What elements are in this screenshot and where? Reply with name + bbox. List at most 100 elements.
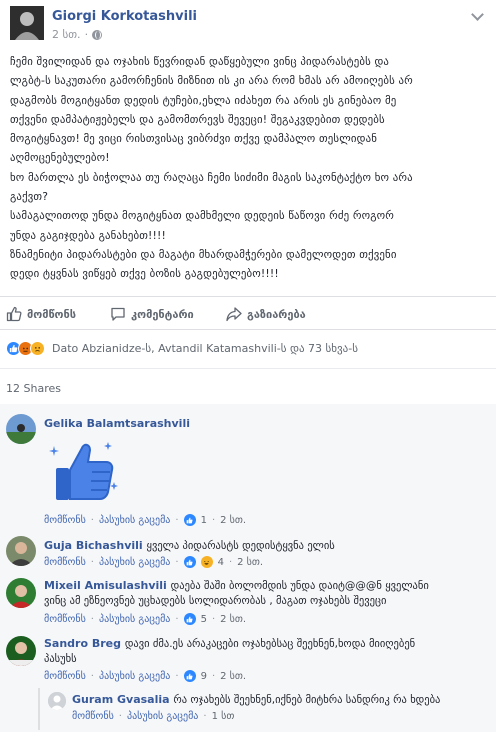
post-line: დაგმობს მოგიტყანთ დედის ტუჩები,ეხლა იძახ… bbox=[10, 93, 397, 107]
comment-time[interactable]: 1 სთ bbox=[212, 711, 235, 722]
globe-icon bbox=[92, 29, 103, 40]
like-label: მომწონს bbox=[27, 307, 77, 321]
meta-separator: · bbox=[84, 28, 89, 41]
comment-like-button[interactable]: მომწონს bbox=[44, 671, 86, 682]
separator: · bbox=[175, 514, 179, 526]
comment-reply-button[interactable]: პასუხის გაცემა bbox=[99, 671, 170, 682]
reactions-text: Dato Abzianidze-ს, Avtandil Katamashvili… bbox=[52, 342, 358, 355]
comment-body: Guja Bichashvili ყველა პიდარასტს დედისტყ… bbox=[44, 538, 484, 554]
like-button[interactable]: მომწონს bbox=[6, 306, 76, 322]
comment-reply-button[interactable]: პასუხის გაცემა bbox=[99, 614, 170, 625]
post-line: ზნამენიტი პიდარასტები და მაგატი მხარდამჭ… bbox=[10, 247, 397, 261]
comment-reply-button[interactable]: პასუხის გაცემა bbox=[99, 557, 170, 568]
comment-time[interactable]: 2 სთ. bbox=[220, 515, 246, 526]
avatar[interactable] bbox=[6, 578, 36, 608]
separator: · bbox=[228, 556, 233, 568]
commenter-name[interactable]: Guram Gvasalia bbox=[72, 693, 170, 706]
comment-time[interactable]: 2 სთ. bbox=[237, 557, 263, 568]
comment-label: კომენტარი bbox=[131, 307, 194, 321]
separator: · bbox=[90, 514, 94, 526]
chevron-down-icon[interactable] bbox=[471, 8, 484, 21]
commenter-name[interactable]: Guja Bichashvili bbox=[44, 539, 143, 552]
thumbs-up-icon bbox=[6, 306, 22, 322]
commenter-name[interactable]: Sandro Breg bbox=[44, 637, 121, 650]
like-icon bbox=[183, 514, 196, 526]
comment-body: Mixeil Amisulashvili დაება შაში ბოლომდის… bbox=[44, 578, 484, 609]
comment-text: დაება შაში ბოლომდის უნდა დაიტ@@@ნ ყველან… bbox=[170, 580, 429, 592]
comment-body: Sandro Breg დავი ძმა.ეს არაკაცები ოჯახებ… bbox=[44, 636, 484, 667]
separator: · bbox=[211, 514, 216, 526]
post-meta: 2 სთ. · bbox=[52, 28, 103, 41]
share-icon bbox=[226, 307, 242, 322]
comment-like-button[interactable]: მომწონს bbox=[44, 557, 86, 568]
comment-reply-button[interactable]: პასუხის გაცემა bbox=[99, 515, 170, 526]
avatar[interactable] bbox=[6, 636, 36, 666]
post-line: გაქვთ? bbox=[10, 190, 49, 204]
commenter-name[interactable]: Gelika Balamtsarashvili bbox=[44, 417, 190, 430]
post-action-bar: მომწონს კომენტარი გაზიარება bbox=[0, 296, 496, 330]
post-line: ჩემი შვილიდან და ოჯახის წევრიდან დაწყებუ… bbox=[10, 55, 390, 68]
separator: · bbox=[175, 670, 179, 682]
comment-actions: მომწონს · პასუხის გაცემა · 9 · 2 სთ. bbox=[44, 670, 246, 682]
reply-thread-line bbox=[38, 688, 40, 730]
separator: · bbox=[203, 711, 207, 722]
comment-like-count[interactable]: 4 bbox=[218, 557, 224, 568]
comment-time[interactable]: 2 სთ. bbox=[220, 614, 246, 625]
divider bbox=[0, 368, 496, 369]
post-time[interactable]: 2 სთ. bbox=[52, 28, 81, 41]
post-line: მოგიტყნავთ! მე ვიცი რისთვისაც ვიბრძვი თქ… bbox=[10, 132, 378, 146]
comment-text: პასუხს bbox=[44, 653, 77, 665]
post-body: ჩემი შვილიდან და ოჯახის წევრიდან დაწყებუ… bbox=[10, 52, 488, 284]
share-label: გაზიარება bbox=[247, 307, 306, 321]
post-line: ლგბტ-ს საკუთარი გამორჩენის მიზნით ის კი … bbox=[10, 74, 413, 88]
post-line: აღმოცენებულებო! bbox=[10, 151, 110, 165]
comment-like-count[interactable]: 5 bbox=[201, 614, 207, 625]
thumbs-up-sticker-icon bbox=[49, 442, 118, 500]
post-line: ხო მართლა ეს ბიჭოლაა თუ რაღაცა ჩემი სიძი… bbox=[10, 170, 413, 184]
post-line: სამაგალითოდ უნდა მოგიტყნათ დამხმელი დედე… bbox=[10, 209, 395, 223]
like-icon bbox=[183, 613, 196, 625]
comment-like-count[interactable]: 1 bbox=[201, 515, 207, 526]
separator: · bbox=[90, 670, 94, 682]
avatar[interactable] bbox=[6, 536, 36, 566]
comment-icon bbox=[111, 307, 125, 321]
comment-like-button[interactable]: მომწონს bbox=[44, 614, 86, 625]
comment-actions: მომწონს · პასუხის გაცემა · 4 · 2 სთ. bbox=[44, 556, 263, 568]
comment-body: Gelika Balamtsarashvili bbox=[44, 416, 484, 431]
post-line: დედი ტყვნას ვიწყებ თქვე ბოზის გაგდებულებ… bbox=[10, 267, 279, 281]
like-icon bbox=[183, 556, 196, 568]
comment-text: რა ოჯახებს შეეხნენ,იქნებ მიტხრა სანდრიკ … bbox=[173, 694, 441, 706]
comment-like-count[interactable]: 9 bbox=[201, 671, 207, 682]
separator: · bbox=[175, 556, 179, 568]
post-line: თქვენი დამპატიჟებელს და გამომთრევს შევეც… bbox=[10, 112, 385, 126]
sad-icon bbox=[30, 341, 45, 356]
haha-icon bbox=[200, 556, 213, 568]
share-button[interactable]: გაზიარება bbox=[226, 306, 306, 322]
comment-body: Guram Gvasalia რა ოჯახებს შეეხნენ,იქნებ … bbox=[72, 692, 492, 708]
post-author-name[interactable]: Giorgi Korkotashvili bbox=[52, 9, 197, 24]
comment-text: დავი ძმა.ეს არაკაცები ოჯახებსაც შეეხნენ,… bbox=[124, 638, 416, 650]
avatar[interactable] bbox=[6, 414, 36, 444]
separator: · bbox=[175, 613, 179, 625]
separator: · bbox=[90, 556, 94, 568]
avatar[interactable] bbox=[48, 692, 66, 710]
author-avatar[interactable] bbox=[10, 6, 44, 40]
comment-actions: მომწონს · პასუხის გაცემა · 1 · 2 სთ. bbox=[44, 514, 246, 526]
comment-time[interactable]: 2 სთ. bbox=[220, 671, 246, 682]
commenter-name[interactable]: Mixeil Amisulashvili bbox=[44, 579, 167, 592]
comment-text: ყველა პიდარასტს დედისტყვნა ელის bbox=[146, 540, 335, 552]
post-line: უნდა გაგიჯდება განახებთ!!!! bbox=[10, 228, 166, 242]
reactions-summary[interactable]: Dato Abzianidze-ს, Avtandil Katamashvili… bbox=[6, 341, 358, 356]
comment-button[interactable]: კომენტარი bbox=[110, 306, 194, 322]
comment-text: ვინც ამ ეზნეოვნებ უცხადებს სოლიდარობას ,… bbox=[44, 595, 387, 607]
comment-like-button[interactable]: მომწონს bbox=[44, 515, 86, 526]
comment-actions: მომწონს · პასუხის გაცემა · 1 სთ bbox=[72, 711, 234, 722]
separator: · bbox=[90, 613, 94, 625]
comment-like-button[interactable]: მომწონს bbox=[72, 711, 114, 722]
post-header: Giorgi Korkotashvili 2 სთ. · bbox=[10, 4, 486, 44]
like-icon bbox=[183, 670, 196, 682]
separator: · bbox=[211, 670, 216, 682]
comment-reply-button[interactable]: პასუხის გაცემა bbox=[127, 711, 198, 722]
separator: · bbox=[118, 711, 122, 722]
shares-count[interactable]: 12 Shares bbox=[6, 382, 61, 395]
